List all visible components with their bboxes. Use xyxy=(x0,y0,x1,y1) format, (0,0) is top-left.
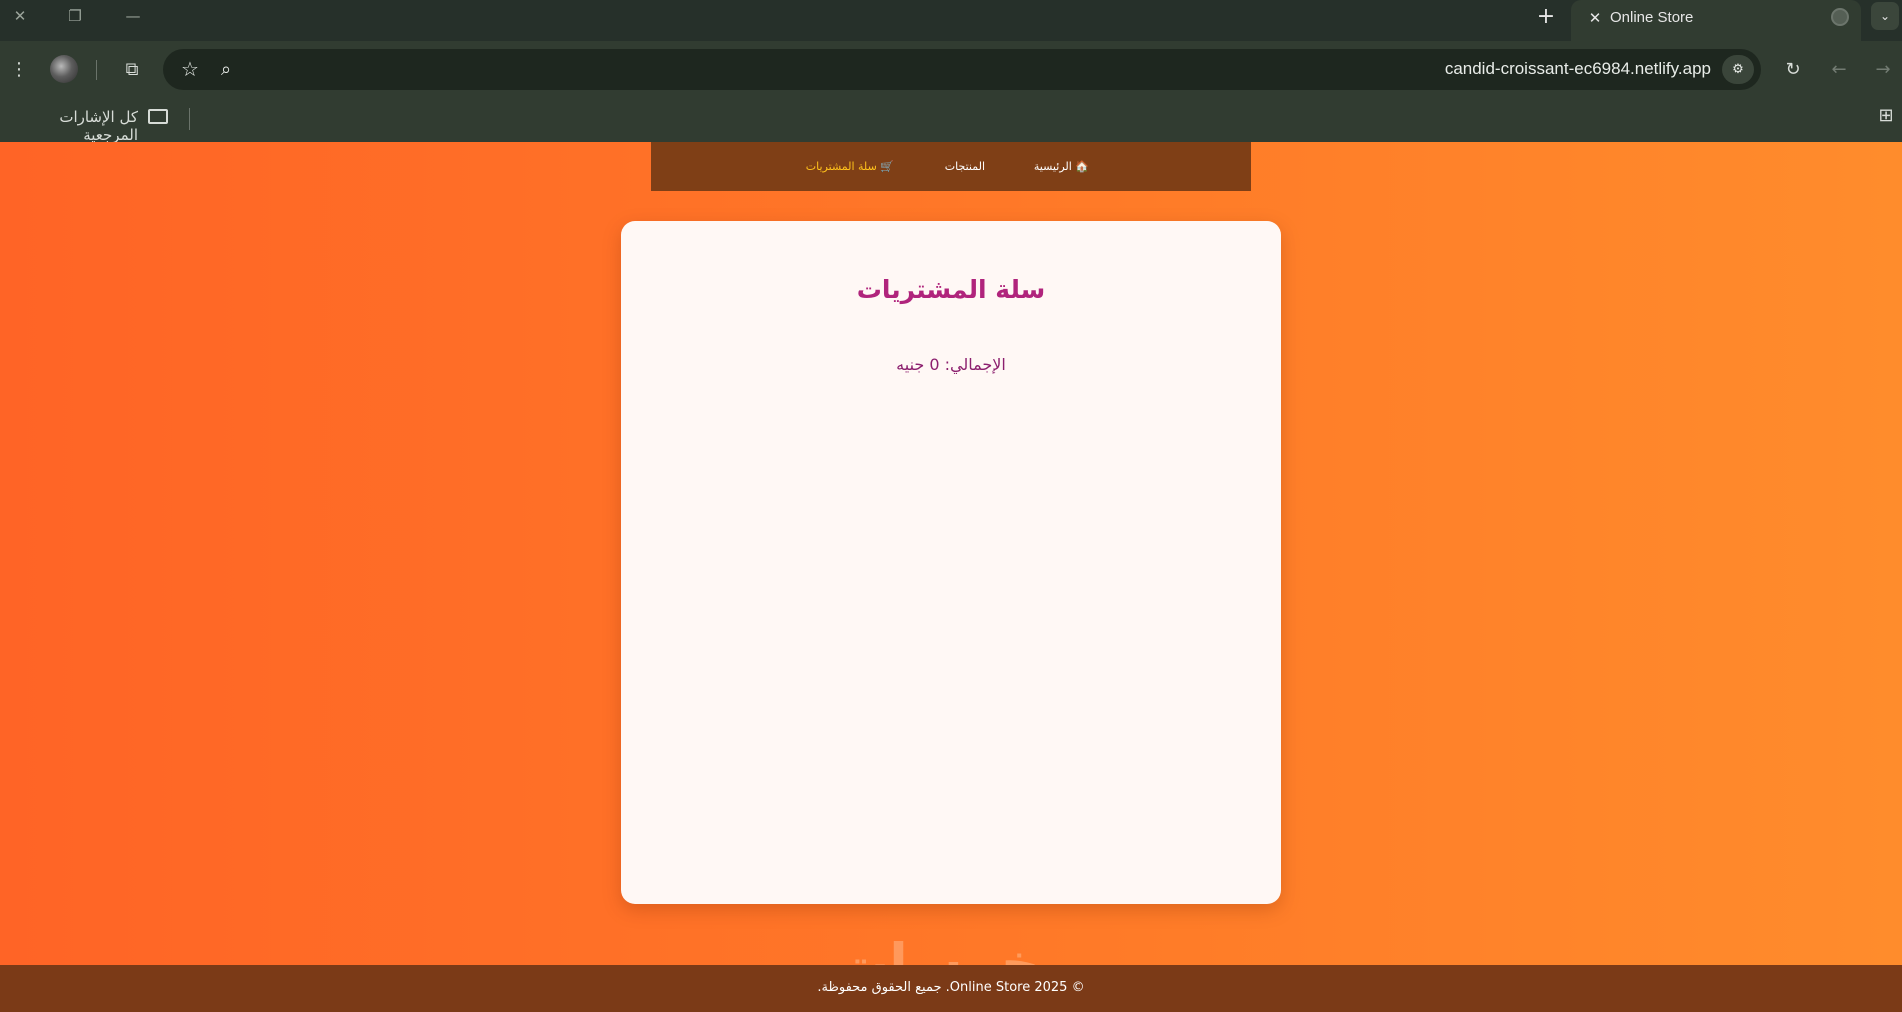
extensions-icon[interactable]: ⧉ xyxy=(117,55,147,85)
home-icon: 🏠 xyxy=(1075,160,1089,173)
url-text[interactable]: candid-croissant-ec6984.netlify.app xyxy=(1445,59,1711,79)
forward-arrow-icon[interactable]: → xyxy=(1868,55,1898,85)
nav-products-link[interactable]: المنتجات xyxy=(945,160,985,173)
bookmarks-divider xyxy=(189,108,190,130)
site-settings-icon[interactable]: ⚙ xyxy=(1722,55,1754,84)
page-background: 🏠 الرئيسية المنتجات 🛒 سلة المشتريات سلة … xyxy=(0,142,1902,1012)
profile-avatar[interactable] xyxy=(50,55,78,83)
tab-strip: ✕ ❐ — + ✕ Online Store ⌄ xyxy=(0,0,1902,41)
reload-icon[interactable]: ↻ xyxy=(1778,55,1808,85)
apps-grid-icon[interactable]: ⊞ xyxy=(1876,106,1896,126)
tab-close-icon[interactable]: ✕ xyxy=(1584,7,1606,29)
close-window-icon[interactable]: ✕ xyxy=(4,4,36,28)
nav-home-label: الرئيسية xyxy=(1033,160,1072,173)
cart-card: سلة المشتريات الإجمالي: 0 جنيه xyxy=(621,221,1281,904)
back-arrow-icon[interactable]: ← xyxy=(1824,55,1854,85)
cart-title: سلة المشتريات xyxy=(856,275,1046,304)
browser-tab[interactable]: ✕ Online Store xyxy=(1571,0,1861,41)
tab-search-chevron-icon[interactable]: ⌄ xyxy=(1871,2,1899,30)
nav-products-label: المنتجات xyxy=(944,160,985,173)
site-navbar: 🏠 الرئيسية المنتجات 🛒 سلة المشتريات xyxy=(651,142,1251,191)
folder-icon[interactable] xyxy=(148,109,168,124)
new-tab-button[interactable]: + xyxy=(1533,4,1559,30)
menu-kebab-icon[interactable]: ⋮ xyxy=(4,55,34,85)
cart-total: الإجمالي: 0 جنيه xyxy=(896,355,1006,374)
browser-toolbar: ⋮ ⧉ ☆ ⌕ candid-croissant-ec6984.netlify.… xyxy=(0,41,1902,98)
globe-icon xyxy=(1831,8,1849,26)
lens-search-icon[interactable]: ⌕ xyxy=(221,55,231,84)
nav-cart-link[interactable]: 🛒 سلة المشتريات xyxy=(806,160,894,173)
restore-window-icon[interactable]: ❐ xyxy=(59,4,91,28)
footer-copyright: © 2025 Online Store. جميع الحقوق محفوظة. xyxy=(817,980,1085,995)
all-bookmarks-label[interactable]: كل الإشارات المرجعية xyxy=(10,108,138,144)
toolbar-divider xyxy=(96,60,97,80)
bookmarks-bar: كل الإشارات المرجعية ⊞ xyxy=(0,98,1902,144)
tab-title: Online Store xyxy=(1610,9,1694,26)
address-bar[interactable]: ☆ ⌕ candid-croissant-ec6984.netlify.app … xyxy=(163,49,1761,90)
bookmark-star-icon[interactable]: ☆ xyxy=(181,55,199,84)
site-footer: © 2025 Online Store. جميع الحقوق محفوظة. xyxy=(0,965,1902,1012)
nav-cart-label: سلة المشتريات xyxy=(805,160,877,173)
nav-home-link[interactable]: 🏠 الرئيسية xyxy=(1034,160,1089,173)
cart-icon: 🛒 xyxy=(880,160,894,173)
minimize-window-icon[interactable]: — xyxy=(117,4,149,28)
